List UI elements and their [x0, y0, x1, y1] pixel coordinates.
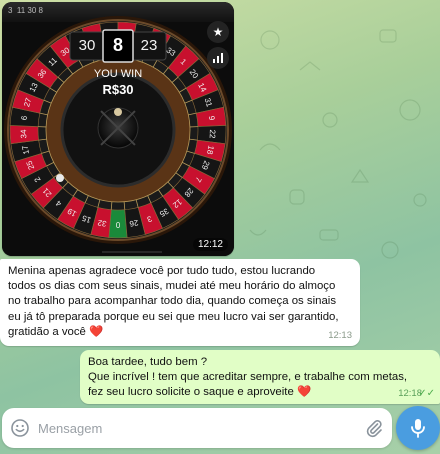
top-strip-text: 3 11 30 8	[8, 6, 43, 15]
wheel-number: 0	[115, 220, 120, 229]
message-line: todos os dias com seus sinais, mudei até…	[8, 280, 336, 293]
message-input[interactable]	[38, 420, 338, 436]
current-number: 8	[112, 35, 123, 55]
emoji-icon	[11, 419, 29, 437]
heart-emoji: ❤️	[296, 386, 312, 399]
stats-icon	[213, 53, 223, 63]
outgoing-message[interactable]: Boa tardee, tudo bem ? Que incrível ! te…	[80, 350, 440, 404]
message-composer	[2, 408, 392, 448]
wheel-number: 34	[19, 129, 28, 139]
message-line: Que incrível ! tem que acreditar sempre,…	[88, 371, 408, 384]
message-line-last: fez seu lucro solicite o saque e aprovei…	[88, 386, 312, 399]
win-label: YOU WIN	[93, 68, 143, 80]
message-line-last: gratidão a você ❤️	[8, 325, 104, 338]
star-button[interactable]: ★	[207, 21, 229, 43]
heart-emoji: ❤️	[89, 325, 104, 338]
message-line: Menina apenas agradece você por tudo tud…	[8, 265, 316, 277]
media-message[interactable]: 0321519421225173462713361130823105241633…	[2, 2, 234, 256]
message-timestamp: 12:13	[328, 329, 352, 341]
incoming-message[interactable]: Menina apenas agradece você por tudo tud…	[0, 259, 360, 346]
previous-number: 30	[78, 37, 96, 54]
star-icon: ★	[212, 25, 224, 39]
microphone-icon	[411, 419, 425, 438]
message-line: Boa tardee, tudo bem ?	[88, 356, 208, 368]
microphone-button[interactable]	[396, 406, 440, 450]
emoji-button[interactable]	[2, 408, 38, 448]
message-line: eu já tô preparada porque eu sei que meu…	[8, 310, 339, 323]
message-line: no trabalho para acompanhar todo dia, qu…	[8, 295, 337, 308]
next-number: 23	[140, 37, 158, 54]
paperclip-icon[interactable]	[364, 418, 384, 438]
wheel-number: 22	[208, 129, 217, 139]
media-timestamp: 12:12	[192, 238, 228, 251]
double-check-icon: ✓✓	[418, 387, 435, 399]
stats-button[interactable]	[207, 47, 229, 69]
win-amount: R$30	[102, 82, 134, 97]
